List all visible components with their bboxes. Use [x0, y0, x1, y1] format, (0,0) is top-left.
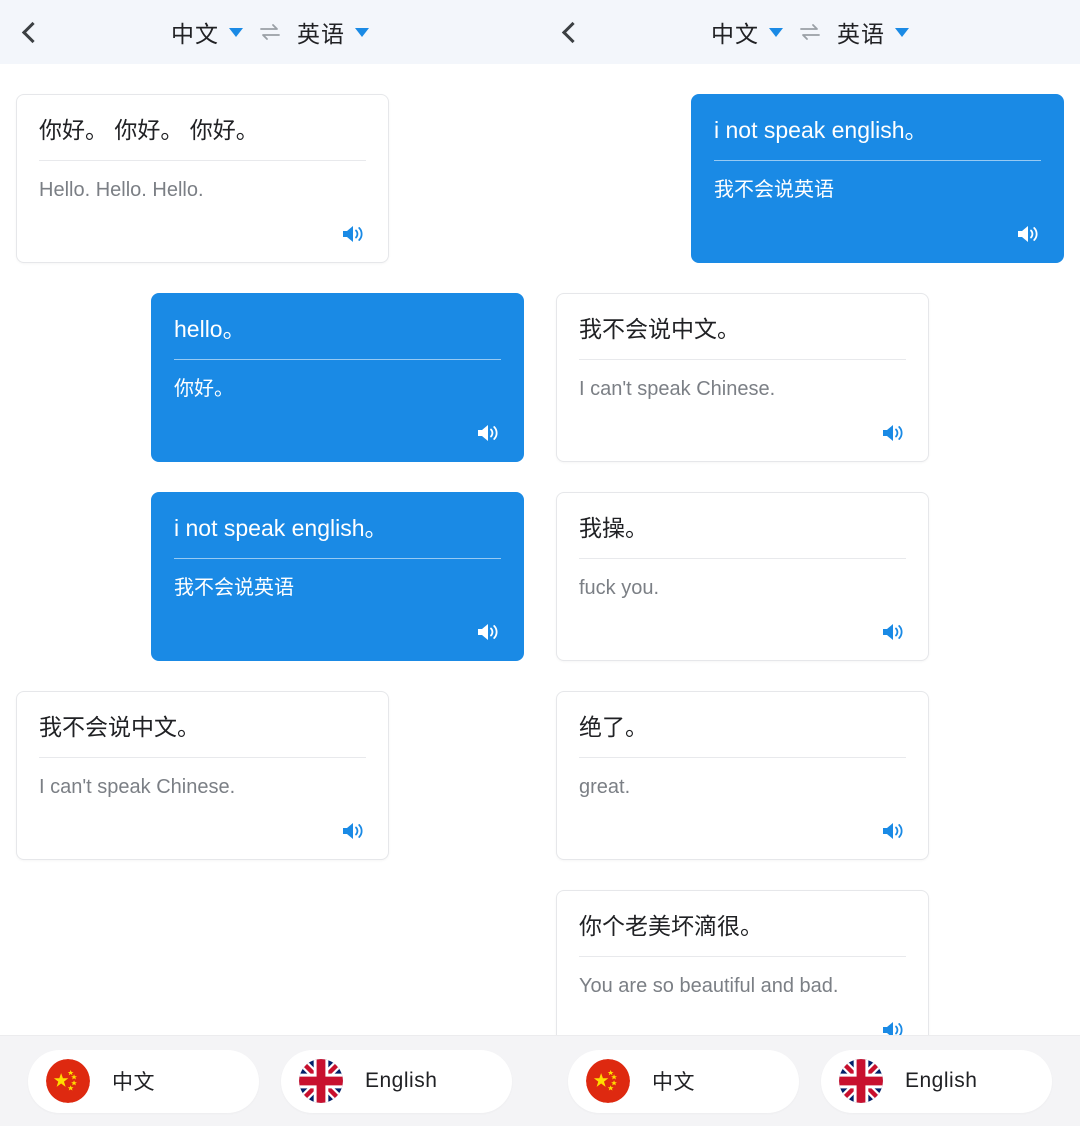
- translated-text: I can't speak Chinese.: [39, 776, 236, 799]
- language-button-chinese[interactable]: 中文: [568, 1049, 799, 1113]
- card-divider: [579, 956, 906, 958]
- flag-uk-icon: [299, 1059, 343, 1103]
- translation-card[interactable]: 我操。 fuck you.: [556, 492, 929, 662]
- translation-card[interactable]: i not speak english。 我不会说英语: [691, 94, 1064, 264]
- card-actions: [579, 620, 906, 646]
- translation-card[interactable]: 我不会说中文。 I can't speak Chinese.: [16, 691, 389, 861]
- card-actions: [579, 421, 906, 447]
- source-language-label: 中文: [711, 21, 759, 47]
- speaker-volume-icon[interactable]: [340, 819, 366, 843]
- translation-card[interactable]: 你个老美坏滴很。 You are so beautiful and bad.: [556, 890, 929, 1060]
- language-switcher: 中文 英语: [0, 0, 540, 64]
- speaker-volume-icon[interactable]: [340, 222, 366, 246]
- message-list-left[interactable]: 你好。 你好。 你好。 Hello. Hello. Hello. hello。: [0, 94, 540, 1126]
- swap-horizontal-icon[interactable]: [798, 22, 822, 42]
- target-language-label: 英语: [297, 21, 345, 47]
- card-divider: [714, 160, 1041, 162]
- conversation-panel-left: 中文 英语 你好。 你好。 你好。 Hello. Hello. Hello. h…: [0, 0, 540, 1126]
- translated-text: I can't speak Chinese.: [579, 378, 776, 401]
- flag-china-icon: [46, 1059, 90, 1103]
- target-language-selector[interactable]: 英语: [837, 15, 909, 49]
- target-language-selector[interactable]: 英语: [297, 15, 369, 49]
- chevron-down-icon: [355, 27, 369, 37]
- translated-text: 我不会说英语: [174, 577, 294, 600]
- flag-china-icon: [586, 1059, 630, 1103]
- language-bar-right: 中文 English: [540, 1035, 1080, 1126]
- language-button-label: English: [365, 1069, 438, 1092]
- source-text: 我不会说中文。: [39, 714, 200, 741]
- language-button-label: 中文: [652, 1071, 695, 1094]
- source-text: hello。: [174, 316, 246, 343]
- speaker-volume-icon[interactable]: [880, 620, 906, 644]
- source-language-selector[interactable]: 中文: [711, 15, 783, 49]
- source-text: 我不会说中文。: [579, 316, 740, 343]
- source-language-label: 中文: [171, 21, 219, 47]
- speaker-volume-icon[interactable]: [475, 620, 501, 644]
- source-text: i not speak english。: [714, 117, 928, 143]
- card-divider: [579, 757, 906, 759]
- card-actions: [39, 222, 366, 248]
- speaker-volume-icon[interactable]: [880, 819, 906, 843]
- chevron-down-icon: [895, 27, 909, 37]
- translated-text: great.: [579, 776, 631, 799]
- chevron-down-icon: [769, 27, 783, 37]
- card-actions: [579, 819, 906, 845]
- translation-card[interactable]: 绝了。 great.: [556, 691, 929, 861]
- chevron-left-icon: [21, 21, 44, 43]
- translated-text: Hello. Hello. Hello.: [39, 179, 204, 202]
- speaker-volume-icon[interactable]: [1015, 222, 1041, 246]
- card-divider: [39, 160, 366, 162]
- language-button-chinese[interactable]: 中文: [28, 1049, 259, 1113]
- language-button-english[interactable]: English: [281, 1049, 512, 1113]
- language-switcher: 中文 英语: [540, 0, 1080, 64]
- card-divider: [174, 359, 501, 361]
- speaker-volume-icon[interactable]: [475, 421, 501, 445]
- language-button-label: 中文: [112, 1071, 155, 1094]
- language-button-label: English: [905, 1069, 978, 1092]
- source-text: i not speak english。: [174, 515, 388, 542]
- flag-uk-icon: [839, 1059, 883, 1103]
- translation-card[interactable]: i not speak english。 我不会说英语: [151, 492, 524, 662]
- language-bar-left: 中文 English: [0, 1035, 540, 1126]
- translated-text: 你好。: [174, 378, 234, 401]
- app-screen: 中文 英语 你好。 你好。 你好。 Hello. Hello. Hello. h…: [0, 0, 1080, 1126]
- source-text: 绝了。: [579, 714, 648, 741]
- card-divider: [579, 558, 906, 560]
- card-divider: [39, 757, 366, 759]
- back-button[interactable]: [0, 0, 60, 64]
- language-button-english[interactable]: English: [821, 1049, 1052, 1113]
- card-divider: [174, 558, 501, 560]
- source-language-selector[interactable]: 中文: [171, 15, 243, 49]
- source-text: 你个老美坏滴很。: [579, 913, 763, 940]
- panel-header-right: 中文 英语: [540, 0, 1080, 64]
- card-divider: [579, 359, 906, 361]
- translated-text: You are so beautiful and bad.: [579, 975, 839, 998]
- source-text: 你好。 你好。 你好。: [39, 117, 259, 143]
- source-text: 我操。: [579, 515, 648, 542]
- speaker-volume-icon[interactable]: [880, 421, 906, 445]
- card-actions: [174, 421, 501, 447]
- message-list-right[interactable]: i not speak english。 我不会说英语 我不会说中文。 I ca…: [540, 94, 1080, 1126]
- card-actions: [39, 819, 366, 845]
- translation-card[interactable]: hello。 你好。: [151, 293, 524, 463]
- chevron-left-icon: [561, 21, 584, 43]
- translation-card[interactable]: 你好。 你好。 你好。 Hello. Hello. Hello.: [16, 94, 389, 264]
- target-language-label: 英语: [837, 21, 885, 47]
- panel-header-left: 中文 英语: [0, 0, 540, 64]
- translated-text: 我不会说英语: [714, 179, 834, 202]
- conversation-panel-right: 中文 英语 i not speak english。 我不会说英语 我不会说中文…: [540, 0, 1080, 1126]
- card-actions: [174, 620, 501, 646]
- swap-horizontal-icon[interactable]: [258, 22, 282, 42]
- back-button[interactable]: [540, 0, 600, 64]
- card-actions: [714, 222, 1041, 248]
- translated-text: fuck you.: [579, 577, 660, 600]
- chevron-down-icon: [229, 27, 243, 37]
- translation-card[interactable]: 我不会说中文。 I can't speak Chinese.: [556, 293, 929, 463]
